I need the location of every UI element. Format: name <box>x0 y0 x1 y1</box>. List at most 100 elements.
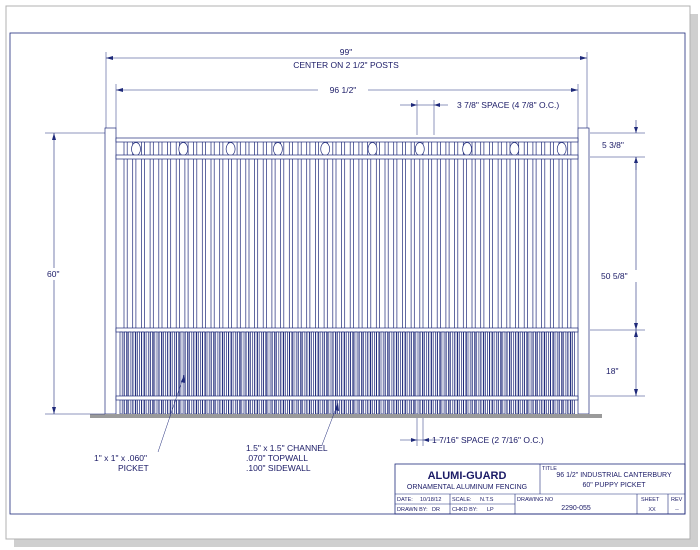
puppy-picket <box>154 331 158 415</box>
puppy-picket <box>245 331 249 415</box>
puppy-picket <box>463 331 467 415</box>
rev-value: -- <box>675 507 679 513</box>
puppy-picket <box>424 331 428 415</box>
puppy-picket <box>250 331 254 415</box>
puppy-picket <box>358 331 362 415</box>
puppy-picket <box>258 331 262 415</box>
puppy-picket <box>524 331 528 415</box>
chkd-by-value: LP <box>487 507 494 513</box>
puppy-picket <box>537 331 541 415</box>
puppy-picket <box>393 331 397 415</box>
puppy-picket <box>219 331 223 415</box>
top-rail-upper <box>115 137 579 143</box>
puppy-picket <box>432 331 436 415</box>
sheet-value: XX <box>648 507 656 513</box>
right-post <box>577 127 590 415</box>
puppy-picket <box>197 331 201 415</box>
date-label: DATE: <box>397 497 413 503</box>
puppy-picket <box>519 331 523 415</box>
puppy-picket <box>389 331 393 415</box>
puppy-picket <box>298 331 301 415</box>
puppy-picket <box>532 331 536 415</box>
puppy-picket <box>237 331 240 415</box>
dim-picket-space-text: 3 7/8" SPACE (4 7/8" O.C.) <box>457 100 559 110</box>
puppy-picket <box>406 331 410 415</box>
puppy-picket <box>445 331 449 415</box>
brand-name: ALUMI-GUARD <box>428 470 507 482</box>
puppy-picket <box>380 331 384 415</box>
finial-ornament <box>556 142 567 156</box>
puppy-picket <box>545 331 549 415</box>
drawing-title-line1: 96 1/2" INDUSTRIAL CANTERBURY <box>556 472 672 479</box>
finial-ornament <box>367 142 378 156</box>
top-rail-lower <box>115 154 579 160</box>
dim-upper-height-text: 50 5/8" <box>601 271 628 281</box>
puppy-picket <box>228 331 232 415</box>
puppy-picket <box>337 331 341 415</box>
puppy-picket <box>528 331 532 415</box>
finial-ornament <box>273 142 283 156</box>
puppy-picket <box>454 331 458 415</box>
puppy-picket <box>511 331 515 415</box>
dim-section-text: 96 1/2" <box>330 85 357 95</box>
sheet-label: SHEET <box>641 497 660 503</box>
puppy-picket <box>224 331 227 415</box>
puppy-picket <box>184 331 188 415</box>
puppy-picket <box>176 331 180 415</box>
puppy-picket <box>171 331 175 415</box>
puppy-picket <box>180 331 184 415</box>
puppy-picket <box>189 331 193 415</box>
puppy-picket <box>119 331 123 415</box>
puppy-picket <box>167 331 171 415</box>
puppy-picket <box>411 331 415 415</box>
puppy-picket <box>267 331 271 415</box>
puppy-picket <box>398 331 401 415</box>
puppy-picket <box>315 331 319 415</box>
puppy-picket <box>241 331 245 415</box>
puppy-picket <box>206 331 210 415</box>
drawing-title-line2: 60" PUPPY PICKET <box>582 482 646 489</box>
puppy-picket <box>328 331 332 415</box>
puppy-picket <box>341 331 345 415</box>
dim-puppy-space-text: 1 7/16" SPACE (2 7/16" O.C.) <box>432 435 544 445</box>
scale-label: SCALE: <box>452 497 472 503</box>
puppy-picket <box>567 331 571 415</box>
puppy-picket <box>271 331 275 415</box>
puppy-picket <box>354 331 358 415</box>
puppy-picket <box>467 331 471 415</box>
dim-center-note: CENTER ON 2 1/2" POSTS <box>293 60 399 70</box>
channel-callout-line1: 1.5" x 1.5" CHANNEL <box>246 443 328 453</box>
puppy-picket <box>302 331 306 415</box>
puppy-picket <box>493 331 497 415</box>
puppy-picket <box>550 331 554 415</box>
puppy-picket <box>506 331 510 415</box>
puppy-picket <box>515 331 519 415</box>
puppy-picket <box>367 331 371 415</box>
puppy-picket <box>554 331 558 415</box>
puppy-picket <box>480 331 484 415</box>
channel-callout-line3: .100" SIDEWALL <box>246 463 311 473</box>
finial-ornament <box>131 142 141 156</box>
puppy-picket <box>415 331 419 415</box>
puppy-picket <box>350 331 354 415</box>
puppy-picket <box>458 331 462 415</box>
puppy-picket <box>311 331 314 415</box>
puppy-picket <box>345 331 349 415</box>
puppy-picket <box>541 331 545 415</box>
puppy-picket <box>376 331 380 415</box>
dim-height-text: 60" <box>47 269 59 279</box>
puppy-picket <box>158 331 162 415</box>
rev-label: REV <box>671 497 683 503</box>
picket-callout-line2: PICKET <box>118 463 149 473</box>
ground-line <box>90 414 602 418</box>
puppy-picket <box>137 331 140 415</box>
picket-callout-line1: 1" x 1" x .060" <box>94 453 147 463</box>
dim-top-gap-text: 5 3/8" <box>602 140 624 150</box>
date-value: 10/18/12 <box>420 497 441 503</box>
scale-value: N.T.S <box>480 497 494 503</box>
puppy-picket <box>141 331 145 415</box>
left-post <box>104 127 117 415</box>
puppy-picket <box>558 331 562 415</box>
dim-lower-height-text: 18" <box>606 366 618 376</box>
finial-ornament <box>178 142 189 156</box>
